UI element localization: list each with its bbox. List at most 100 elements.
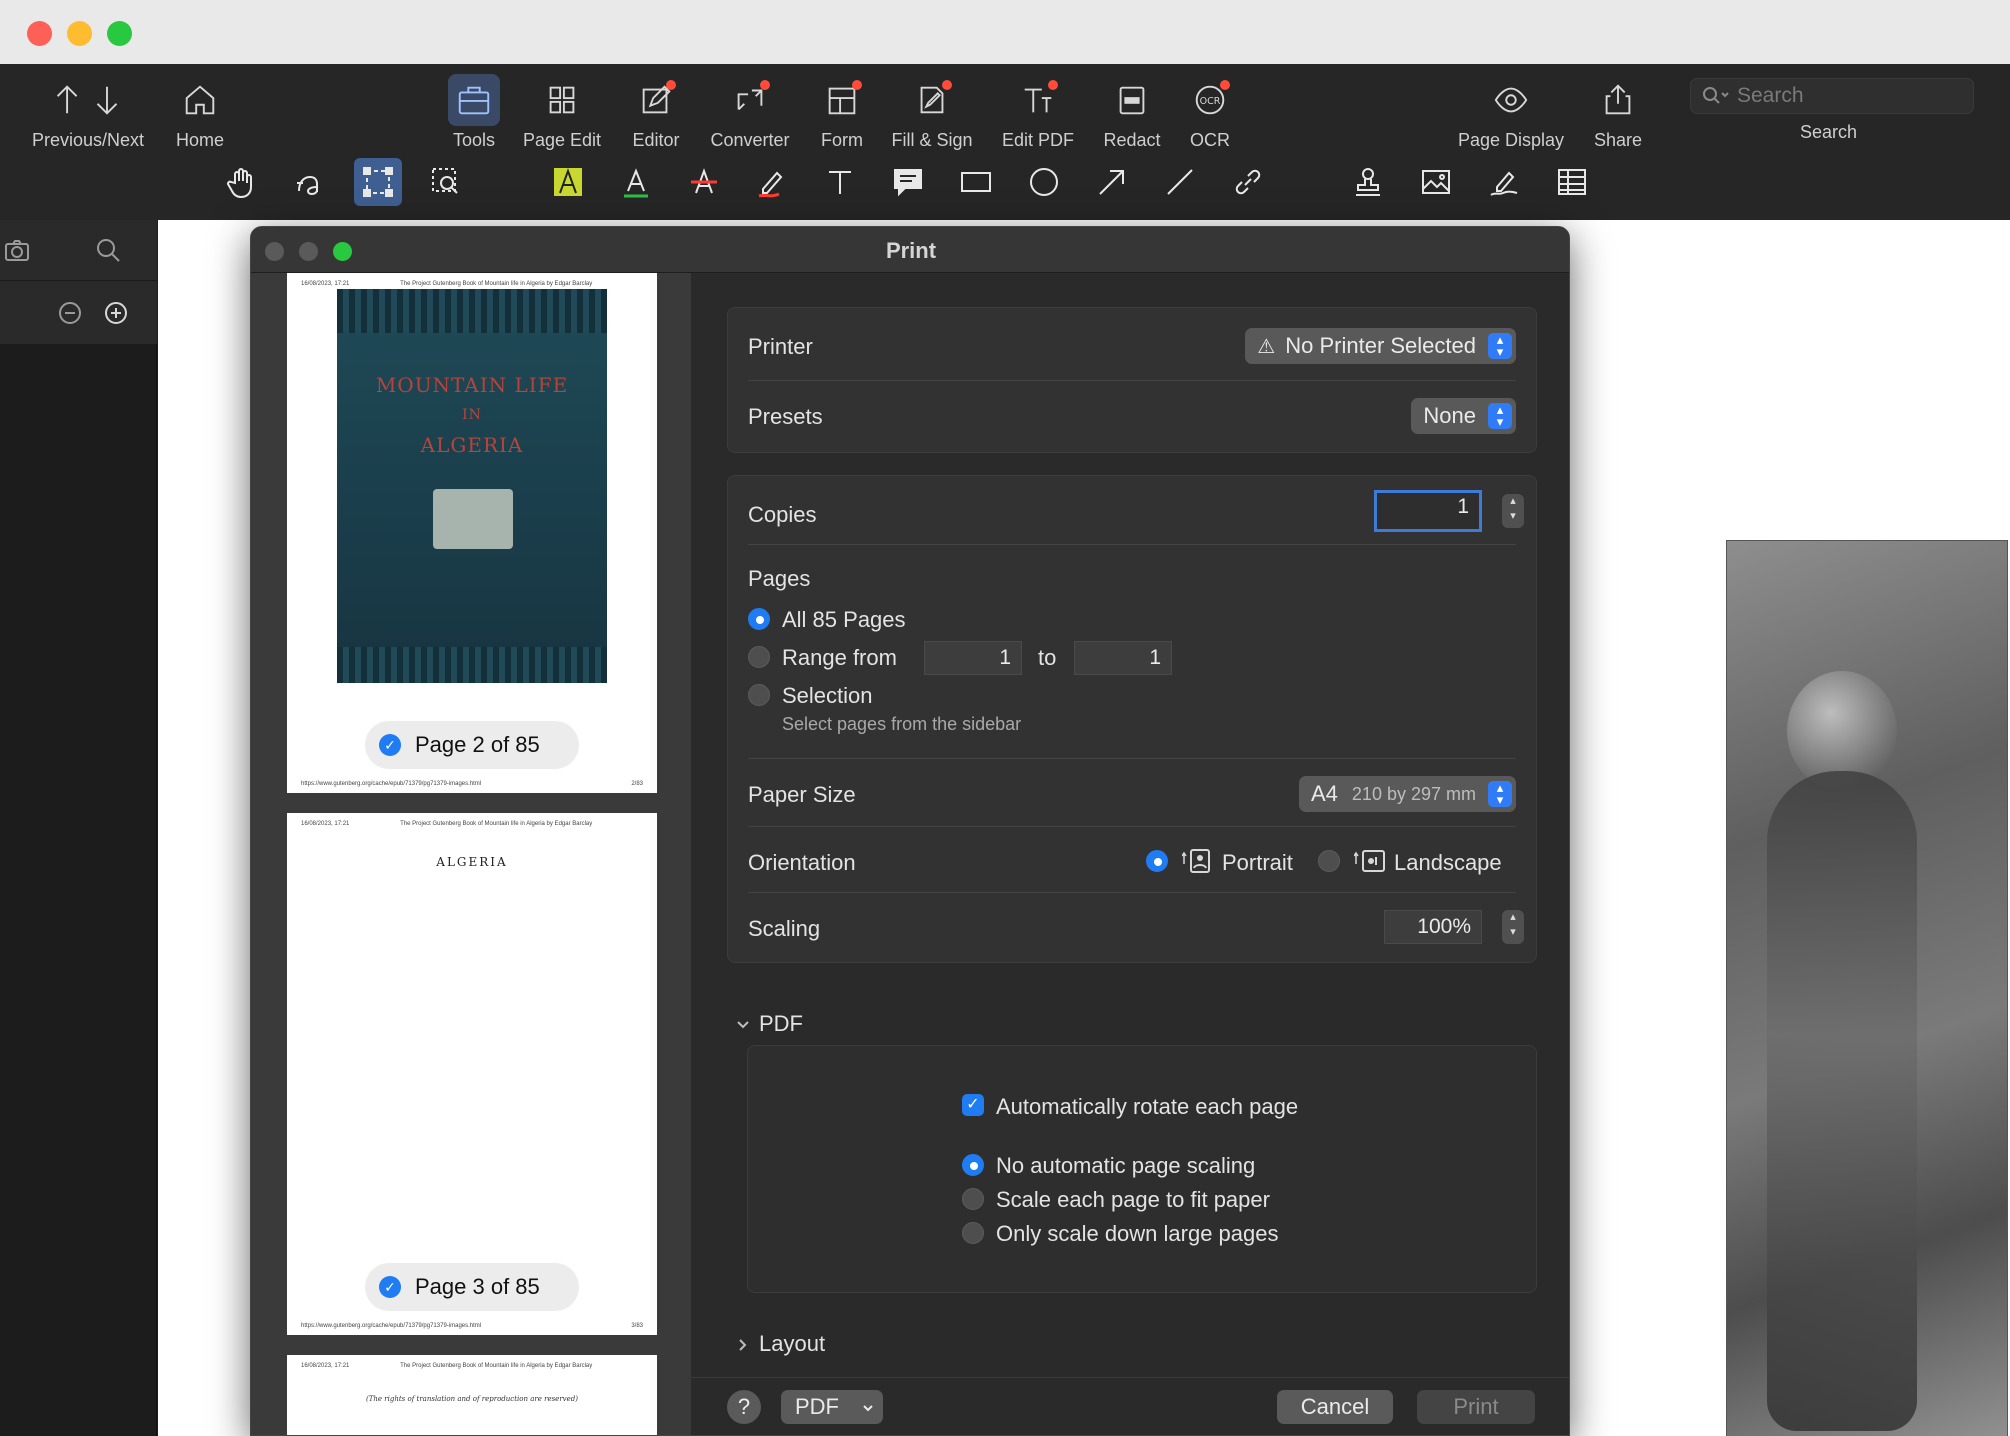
- cancel-button[interactable]: Cancel: [1277, 1390, 1393, 1424]
- selection-hint: Select pages from the sidebar: [782, 714, 1022, 734]
- previous-next-button[interactable]: Previous/Next: [20, 74, 156, 164]
- print-button[interactable]: Print: [1417, 1390, 1535, 1424]
- hand-icon[interactable]: [218, 158, 266, 206]
- range-to-input[interactable]: 1: [1074, 641, 1172, 675]
- redact-button[interactable]: Redact: [1100, 74, 1164, 164]
- home-icon: [174, 74, 226, 126]
- signature-icon[interactable]: [1480, 158, 1528, 206]
- no-scaling-radio[interactable]: [962, 1154, 984, 1176]
- area-select-icon[interactable]: [354, 158, 402, 206]
- chevron-updown-icon: ▴ ▾: [1488, 403, 1512, 429]
- editor-label: Editor: [632, 130, 680, 150]
- home-button[interactable]: Home: [172, 74, 228, 164]
- selection-radio[interactable]: [748, 684, 770, 706]
- form-button[interactable]: Form: [814, 74, 870, 164]
- converter-label: Converter: [710, 130, 790, 150]
- search-input[interactable]: [1737, 84, 1957, 108]
- text-select-icon[interactable]: [286, 158, 334, 206]
- chevron-down-icon[interactable]: [735, 1017, 751, 1033]
- pdf-options-panel: ✓ Automatically rotate each page No auto…: [747, 1045, 1537, 1293]
- close-window-button[interactable]: [27, 21, 52, 46]
- redact-icon: [1106, 74, 1158, 126]
- minimize-window-button[interactable]: [67, 21, 92, 46]
- illustration-image: [1726, 540, 2008, 1436]
- book-cover-image: MOUNTAIN LIFE IN ALGERIA: [337, 289, 607, 683]
- converter-button[interactable]: Converter: [706, 74, 794, 164]
- rectangle-icon[interactable]: [952, 158, 1000, 206]
- presets-popup[interactable]: None ▴ ▾: [1411, 398, 1516, 434]
- printer-popup[interactable]: ⚠ No Printer Selected ▴ ▾: [1245, 328, 1516, 364]
- landscape-label: Landscape: [1394, 850, 1502, 875]
- zoom-out-icon[interactable]: [52, 295, 88, 331]
- fit-paper-radio[interactable]: [962, 1188, 984, 1210]
- text-icon[interactable]: [816, 158, 864, 206]
- converter-icon: [724, 74, 776, 126]
- landscape-radio[interactable]: [1318, 850, 1340, 872]
- eye-icon: [1485, 74, 1537, 126]
- edit-pdf-button[interactable]: Edit PDF: [998, 74, 1078, 164]
- warning-icon: ⚠: [1257, 335, 1276, 358]
- editor-button[interactable]: Editor: [628, 74, 684, 164]
- ocr-button[interactable]: OCR OCR: [1182, 74, 1238, 164]
- edit-pdf-label: Edit PDF: [1001, 130, 1075, 150]
- chevron-right-icon[interactable]: [735, 1337, 751, 1353]
- copies-stepper[interactable]: ▴ ▾: [1502, 494, 1524, 528]
- share-button[interactable]: Share: [1590, 74, 1646, 164]
- selection-label: Selection: [782, 683, 873, 708]
- thumbnail-footer: https://www.gutenberg.org/cache/epub/713…: [301, 1323, 643, 1329]
- page-edit-button[interactable]: Page Edit: [520, 74, 604, 164]
- auto-rotate-checkbox[interactable]: ✓: [962, 1094, 984, 1116]
- fill-sign-button[interactable]: Fill & Sign: [884, 74, 980, 164]
- scaling-stepper[interactable]: ▴ ▾: [1502, 910, 1524, 944]
- highlight-icon[interactable]: [544, 158, 592, 206]
- scaling-input[interactable]: 100%: [1384, 910, 1482, 944]
- thumbnail-page-4[interactable]: 16/08/2023, 17:21 The Project Gutenberg B…: [287, 1355, 657, 1435]
- zoom-area-icon[interactable]: [422, 158, 470, 206]
- link-icon[interactable]: [1224, 158, 1272, 206]
- strikethrough-icon[interactable]: [680, 158, 728, 206]
- help-button[interactable]: ?: [727, 1390, 761, 1424]
- circle-icon[interactable]: [1020, 158, 1068, 206]
- copies-label: Copies: [748, 502, 817, 527]
- range-from-label: Range from: [782, 645, 897, 670]
- page-3-label: Page 3 of 85: [415, 1274, 540, 1299]
- rights-text: (The rights of translation and of reprod…: [366, 1395, 578, 1403]
- range-radio[interactable]: [748, 646, 770, 668]
- pencil-icon[interactable]: [748, 158, 796, 206]
- page-display-label: Page Display: [1457, 130, 1565, 150]
- stamp-icon[interactable]: [1344, 158, 1392, 206]
- chevron-updown-icon: ▴ ▾: [1488, 333, 1512, 359]
- search-icon[interactable]: [90, 232, 126, 268]
- tools-button[interactable]: Tools: [446, 74, 502, 164]
- paper-size-label: Paper Size: [748, 782, 856, 807]
- paper-size-popup[interactable]: A4 210 by 297 mm ▴ ▾: [1299, 776, 1516, 812]
- portrait-radio[interactable]: [1146, 850, 1168, 872]
- edit-text-icon: [1012, 74, 1064, 126]
- layout-section-label[interactable]: Layout: [759, 1331, 825, 1357]
- search-field[interactable]: [1690, 78, 1974, 114]
- comment-icon[interactable]: [884, 158, 932, 206]
- all-pages-radio[interactable]: [748, 608, 770, 630]
- page-3-pill[interactable]: ✓ Page 3 of 85: [365, 1263, 579, 1311]
- range-from-input[interactable]: 1: [924, 641, 1022, 675]
- line-icon[interactable]: [1156, 158, 1204, 206]
- underline-icon[interactable]: [612, 158, 660, 206]
- form-icon: [816, 74, 868, 126]
- zoom-in-icon[interactable]: [98, 295, 134, 331]
- table-icon[interactable]: [1548, 158, 1596, 206]
- scale-down-radio[interactable]: [962, 1222, 984, 1244]
- thumbnail-page-2[interactable]: 16/08/2023, 17:21 The Project Gutenberg B…: [287, 273, 657, 793]
- page-2-pill[interactable]: ✓ Page 2 of 85: [365, 721, 579, 769]
- pdf-section-label[interactable]: PDF: [759, 1011, 803, 1037]
- page-edit-label: Page Edit: [522, 130, 602, 150]
- thumbnail-page-3[interactable]: 16/08/2023, 17:21 The Project Gutenberg B…: [287, 813, 657, 1335]
- copies-input[interactable]: 1: [1374, 490, 1482, 532]
- zoom-window-button[interactable]: [107, 21, 132, 46]
- page-2-label: Page 2 of 85: [415, 732, 540, 757]
- page-display-button[interactable]: Page Display: [1452, 74, 1570, 164]
- arrow-icon[interactable]: [1088, 158, 1136, 206]
- image-icon[interactable]: [1412, 158, 1460, 206]
- pdf-menu-button[interactable]: PDF: [781, 1390, 883, 1424]
- camera-icon[interactable]: [0, 232, 36, 268]
- checkmark-icon: ✓: [379, 1276, 401, 1298]
